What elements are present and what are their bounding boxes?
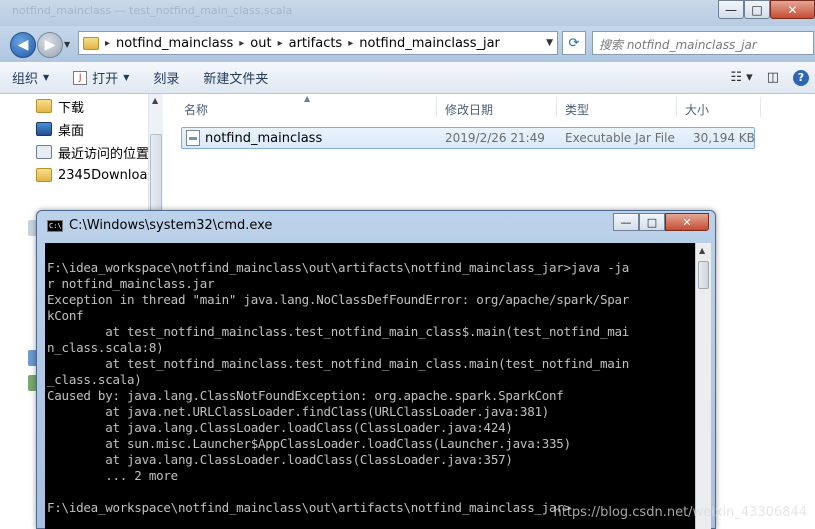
scroll-up-icon[interactable]: ▲ bbox=[152, 96, 158, 105]
breadcrumb-item[interactable]: out bbox=[250, 36, 271, 51]
nav-item-recent-places[interactable]: 最近访问的位置 bbox=[36, 142, 149, 162]
back-arrow-icon: ◀ bbox=[17, 37, 29, 53]
help-icon[interactable]: ? bbox=[793, 69, 809, 86]
column-header-type[interactable]: 类型 bbox=[565, 101, 589, 118]
address-bar[interactable]: ▸ notfind_mainclass ▸ out ▸ artifacts ▸ … bbox=[78, 31, 558, 55]
file-type: Executable Jar File bbox=[565, 131, 675, 145]
nav-item-label: 下载 bbox=[58, 100, 85, 116]
open-with-icon: J bbox=[73, 70, 88, 85]
breadcrumb-item[interactable]: artifacts bbox=[289, 36, 343, 51]
organize-button[interactable]: 组织 ▼ bbox=[0, 68, 61, 87]
column-divider[interactable] bbox=[436, 97, 437, 117]
navigation-bar: ◀ ▶ ▼ ▸ notfind_mainclass ▸ out ▸ artifa… bbox=[0, 26, 815, 62]
cmd-close-button[interactable]: ✕ bbox=[665, 213, 709, 231]
title-bar-ghost-text: notfind_mainclass — test_notfind_main_cl… bbox=[12, 4, 293, 17]
file-name: notfind_mainclass bbox=[205, 131, 323, 146]
organize-label: 组织 bbox=[12, 72, 39, 87]
column-divider[interactable] bbox=[760, 97, 761, 117]
search-placeholder: 搜索 notfind_mainclass_jar bbox=[599, 38, 757, 52]
burn-label: 刻录 bbox=[153, 72, 180, 87]
forward-arrow-icon: ▶ bbox=[44, 37, 56, 53]
breadcrumb-item[interactable]: notfind_mainclass bbox=[116, 36, 233, 51]
recent-places-icon bbox=[36, 145, 52, 159]
nav-item-downloads[interactable]: 下载 bbox=[36, 96, 84, 116]
desktop-icon bbox=[36, 122, 52, 136]
file-row[interactable]: notfind_mainclass 2019/2/26 21:49 Execut… bbox=[181, 127, 755, 149]
column-headers: ▲ 名称 修改日期 类型 大小 bbox=[164, 94, 815, 120]
refresh-button[interactable]: ⟳ bbox=[562, 31, 586, 55]
nav-item-2345downloads[interactable]: 2345Downloads bbox=[36, 165, 162, 185]
downloads-folder-icon bbox=[36, 99, 52, 113]
preview-pane-icon[interactable]: ◫ bbox=[767, 70, 779, 85]
console-text: F:\idea_workspace\notfind_mainclass\out\… bbox=[47, 260, 630, 515]
minimize-button[interactable]: — bbox=[718, 0, 744, 19]
chevron-right-icon[interactable]: ▸ bbox=[105, 38, 110, 49]
new-folder-label: 新建文件夹 bbox=[203, 72, 269, 87]
cmd-maximize-button[interactable]: □ bbox=[639, 213, 665, 231]
folder-icon bbox=[36, 168, 52, 182]
nav-item-desktop[interactable]: 桌面 bbox=[36, 119, 84, 139]
cmd-title-bar: C:\ C:\Windows\system32\cmd.exe bbox=[47, 218, 272, 233]
forward-button[interactable]: ▶ bbox=[37, 32, 63, 58]
nav-item-label: 最近访问的位置 bbox=[58, 146, 150, 162]
address-dropdown-icon[interactable]: ▼ bbox=[546, 38, 553, 48]
scroll-up-icon[interactable]: ▲ bbox=[699, 246, 705, 255]
file-modified: 2019/2/26 21:49 bbox=[445, 131, 545, 145]
console-scrollbar[interactable]: ▲ bbox=[695, 243, 711, 529]
nav-item-label: 桌面 bbox=[58, 123, 85, 139]
recent-pages-dropdown-icon[interactable]: ▼ bbox=[64, 40, 74, 49]
chevron-right-icon[interactable]: ▸ bbox=[239, 38, 244, 49]
burn-button[interactable]: 刻录 bbox=[141, 68, 191, 87]
dropdown-arrow-icon: ▼ bbox=[43, 73, 50, 82]
refresh-icon: ⟳ bbox=[568, 35, 580, 51]
sort-ascending-icon: ▲ bbox=[304, 94, 311, 103]
column-header-size[interactable]: 大小 bbox=[685, 101, 709, 118]
cmd-window-controls: — □ ✕ bbox=[613, 213, 709, 231]
cmd-minimize-button[interactable]: — bbox=[613, 213, 639, 231]
breadcrumb-item[interactable]: notfind_mainclass_jar bbox=[359, 36, 500, 51]
scrollbar-thumb[interactable] bbox=[698, 261, 709, 289]
title-bar: notfind_mainclass — test_notfind_main_cl… bbox=[0, 0, 815, 26]
open-button[interactable]: J 打开 ▼ bbox=[61, 68, 141, 87]
column-divider[interactable] bbox=[556, 97, 557, 117]
console-output[interactable]: F:\idea_workspace\notfind_mainclass\out\… bbox=[45, 243, 711, 529]
chevron-right-icon[interactable]: ▸ bbox=[278, 38, 283, 49]
column-header-name[interactable]: 名称 bbox=[184, 101, 208, 118]
close-button[interactable]: ✕ bbox=[770, 0, 815, 19]
watermark: https://blog.csdn.net/weixin_43306844 bbox=[553, 505, 807, 520]
back-button[interactable]: ◀ bbox=[10, 32, 36, 58]
toolbar-right-group: ☷ ▾ ◫ ? bbox=[730, 69, 815, 86]
maximize-button[interactable]: □ bbox=[744, 0, 770, 19]
cmd-window[interactable]: C:\ C:\Windows\system32\cmd.exe — □ ✕ F:… bbox=[36, 210, 716, 529]
column-header-modified[interactable]: 修改日期 bbox=[445, 101, 493, 118]
folder-icon bbox=[83, 36, 99, 50]
file-size: 30,194 KB bbox=[693, 131, 755, 145]
change-view-icon[interactable]: ☷ ▾ bbox=[730, 70, 752, 85]
new-folder-button[interactable]: 新建文件夹 bbox=[191, 68, 280, 87]
dropdown-arrow-icon: ▼ bbox=[123, 73, 130, 82]
command-bar: 组织 ▼ J 打开 ▼ 刻录 新建文件夹 ☷ ▾ ◫ ? bbox=[0, 62, 815, 94]
cmd-title: C:\Windows\system32\cmd.exe bbox=[69, 218, 273, 233]
nav-item-label: 2345Downloads bbox=[58, 167, 163, 183]
column-divider[interactable] bbox=[676, 97, 677, 117]
open-label: 打开 bbox=[92, 72, 119, 87]
window-controls: — □ ✕ bbox=[718, 0, 815, 20]
jar-file-icon bbox=[186, 130, 200, 146]
console-icon: C:\ bbox=[47, 219, 63, 232]
chevron-right-icon[interactable]: ▸ bbox=[348, 38, 353, 49]
search-input[interactable]: 搜索 notfind_mainclass_jar bbox=[592, 31, 814, 55]
